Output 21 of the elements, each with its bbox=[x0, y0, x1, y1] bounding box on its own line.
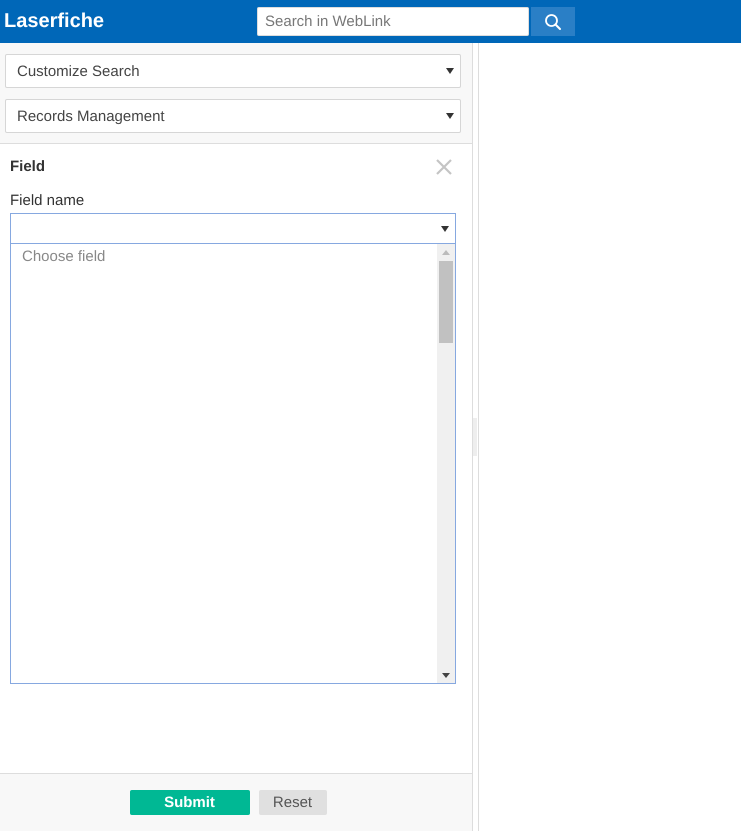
scroll-up-arrow-icon[interactable] bbox=[442, 250, 450, 255]
dropdown-value: Records Management bbox=[17, 108, 165, 124]
list-option[interactable]: Choose field bbox=[11, 247, 437, 267]
caret-icon bbox=[441, 226, 449, 232]
scrollbar-thumb[interactable] bbox=[439, 261, 453, 343]
scroll-down-arrow-icon[interactable] bbox=[442, 673, 450, 678]
field-select[interactable] bbox=[10, 213, 456, 244]
search-icon bbox=[544, 12, 562, 30]
dropdown[interactable]: Customize Search bbox=[5, 54, 461, 88]
search-field[interactable]: Search in WebLink bbox=[257, 7, 529, 36]
logo[interactable]: Laserfiche bbox=[4, 10, 257, 33]
caret-icon bbox=[446, 113, 454, 119]
scrollbar[interactable] bbox=[437, 244, 455, 683]
field-label: Field name bbox=[10, 192, 86, 209]
panel-title: Field bbox=[10, 158, 46, 175]
dropdown-value: Customize Search bbox=[17, 62, 140, 80]
close-icon[interactable] bbox=[436, 158, 452, 174]
caret-icon bbox=[446, 68, 454, 74]
dropdown[interactable]: Records Management bbox=[5, 99, 461, 133]
reset-button[interactable]: Reset bbox=[258, 790, 326, 815]
search-button[interactable] bbox=[531, 7, 575, 36]
